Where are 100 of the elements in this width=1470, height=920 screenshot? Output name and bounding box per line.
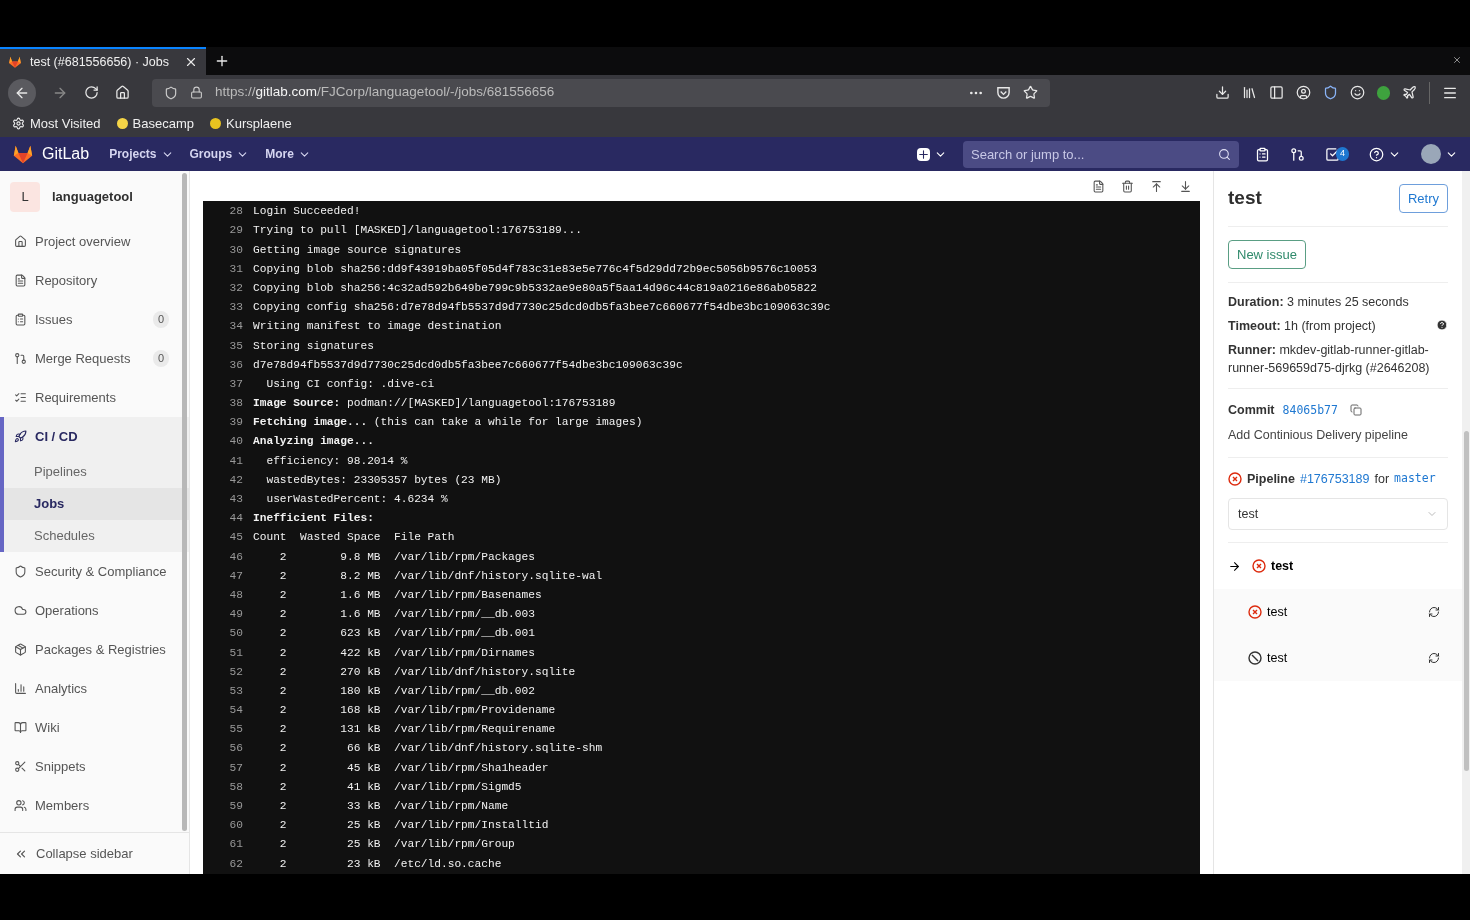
sidebar-item[interactable]: Issues 0 (0, 300, 189, 339)
home-icon[interactable] (115, 85, 130, 100)
reload-icon[interactable] (84, 85, 99, 100)
help-icon[interactable] (1369, 146, 1384, 162)
log-line: 2 623 kB /var/lib/rpm/__db.001 (278, 626, 535, 642)
fox-logo-icon (8, 55, 22, 69)
bookmark[interactable]: Basecamp (116, 113, 194, 134)
sidebar-item[interactable]: Packages & Registries (0, 630, 189, 669)
pipeline-link[interactable]: #176753189 (1299, 469, 1370, 489)
library-icon[interactable] (1242, 85, 1257, 100)
log-line: Copying blob sha256:dd9f43919ba05f05d4f783c31e83e5e776c4f5d29dd72b9ec5056b9576c10053 (253, 261, 817, 277)
cloud-icon (14, 604, 27, 617)
count-badge: 0 (152, 350, 169, 367)
bar-chart-icon (14, 682, 27, 695)
sidebar-item[interactable]: Members (0, 786, 189, 825)
raw-log-icon[interactable] (1092, 179, 1105, 193)
checklist-icon (14, 391, 27, 404)
log-line: 2 41 kB /var/lib/rpm/Sigmd5 (278, 779, 522, 795)
user-avatar[interactable] (1421, 144, 1441, 164)
project-avatar: L (10, 182, 40, 212)
log-line: 2 33 kB /var/lib/rpm/Name (278, 799, 509, 814)
merge-request-icon (14, 352, 27, 365)
nav-menu[interactable]: Projects (109, 145, 174, 163)
sidebar-item[interactable]: Analytics (0, 669, 189, 708)
bookmark-icon (210, 118, 221, 129)
retry-icon[interactable] (1428, 606, 1440, 619)
bookmark[interactable]: Most Visited (12, 113, 101, 134)
log-line: 2 180 kB /var/lib/rpm/__db.002 (278, 683, 535, 699)
sidebar-item[interactable]: Wiki (0, 708, 189, 747)
log-line: 2 25 kB /var/lib/rpm/Group (278, 837, 515, 853)
line-number: 47 (228, 568, 244, 584)
brand-name[interactable]: GitLab (42, 142, 90, 166)
pipeline-for-text: for (1374, 470, 1390, 488)
sidebar-subitem[interactable]: Schedules (4, 520, 189, 552)
log-line: 2 1.6 MB /var/lib/rpm/Basenames (278, 587, 542, 603)
todo-icon[interactable] (1325, 146, 1340, 162)
help-icon[interactable] (1436, 318, 1448, 331)
search-icon[interactable] (1218, 147, 1231, 161)
stage-dropdown[interactable]: test (1228, 498, 1448, 531)
sidebar-subitem[interactable]: Pipelines (4, 456, 189, 488)
download-icon[interactable] (1215, 85, 1230, 100)
scroll-bottom-icon[interactable] (1179, 179, 1192, 193)
detail-text: Duration: 3 minutes 25 seconds (1228, 294, 1410, 311)
pocket-icon[interactable] (996, 85, 1011, 100)
sidebar-item[interactable]: Repository (0, 261, 189, 300)
back-button[interactable] (8, 78, 36, 107)
sidebar-item[interactable]: Operations (0, 591, 189, 630)
sidebar-item[interactable]: Security & Compliance (0, 552, 189, 591)
scissors-icon (14, 760, 27, 773)
shield-icon (14, 565, 27, 578)
sidebar-item[interactable]: Requirements (0, 378, 189, 417)
copy-icon[interactable] (1349, 404, 1362, 417)
close-icon[interactable] (1452, 55, 1462, 65)
scroll-top-icon[interactable] (1150, 179, 1163, 193)
retry-icon[interactable] (1428, 652, 1440, 665)
sidebar-item[interactable]: Project overview (0, 222, 189, 261)
sidebar-icon[interactable] (1269, 85, 1284, 100)
log-line: Copying blob sha256:4c32ad592b649be799c9b5332ae9e80a5f5aa14d96c44c819a0216e86ab05822 (253, 280, 817, 296)
search-field[interactable]: Search or jump to... (963, 140, 1239, 168)
close-icon[interactable] (184, 55, 198, 69)
merge-request-icon[interactable] (1290, 146, 1305, 162)
account-icon[interactable] (1296, 85, 1311, 100)
sidebar-item[interactable]: Snippets (0, 747, 189, 786)
commit-label: Commit (1228, 402, 1275, 419)
line-number: 52 (228, 664, 244, 680)
sidebar-subitem[interactable]: Jobs (4, 488, 189, 520)
project-name[interactable]: languagetool (52, 187, 133, 207)
browser-tab[interactable]: test (#681556656) · Jobs (0, 47, 206, 75)
job-title: test (1228, 186, 1262, 211)
todo-count-badge: 4 (1336, 147, 1349, 161)
retry-button[interactable]: Retry (1398, 184, 1448, 213)
log-line: Trying to pull [MASKED]/languagetool:176753189... (253, 223, 582, 239)
new-tab-icon[interactable] (214, 53, 230, 69)
commit-message: Add Continious Delivery pipeline (1228, 426, 1409, 444)
log-line: 2 270 kB /var/lib/dnf/history.sqlite (278, 664, 576, 680)
plus-icon[interactable] (917, 147, 930, 161)
detail-text: Timeout: 1h (from project) (1228, 317, 1377, 335)
trash-icon[interactable] (1121, 179, 1134, 193)
new-issue-button[interactable]: New issue (1228, 240, 1306, 269)
line-number: 57 (228, 760, 244, 776)
job-list-item[interactable]: test (1214, 589, 1462, 636)
star-icon[interactable] (1023, 85, 1038, 100)
line-number: 61 (228, 837, 244, 853)
sidebar-item[interactable]: Merge Requests 0 (0, 339, 189, 378)
nav-menu[interactable]: More (265, 145, 311, 163)
sidebar-item[interactable]: CI / CD (4, 417, 189, 456)
log-line: 2 9.8 MB /var/lib/rpm/Packages (278, 549, 535, 565)
nav-menu[interactable]: Groups (189, 145, 250, 163)
bookmark[interactable]: Kursplaene (210, 113, 292, 134)
address-bar[interactable]: https://gitlab.com/FJCorp/languagetool/-/jobs/681556656 (152, 78, 1050, 107)
line-number: 60 (228, 818, 244, 834)
issues-icon[interactable] (1255, 146, 1270, 162)
log-line: 2 23 kB /etc/ld.so.cache (278, 856, 502, 872)
branch-link[interactable]: master (1394, 470, 1436, 488)
line-number: 40 (228, 434, 244, 450)
lock-icon (190, 86, 203, 99)
commit-link[interactable]: 84065b77 (1282, 401, 1338, 419)
job-list-item[interactable]: test (1214, 635, 1462, 682)
log-line: userWastedPercent: 4.6234 % (265, 492, 448, 507)
log-line: 2 66 kB /var/lib/dnf/history.sqlite-shm (278, 741, 603, 757)
